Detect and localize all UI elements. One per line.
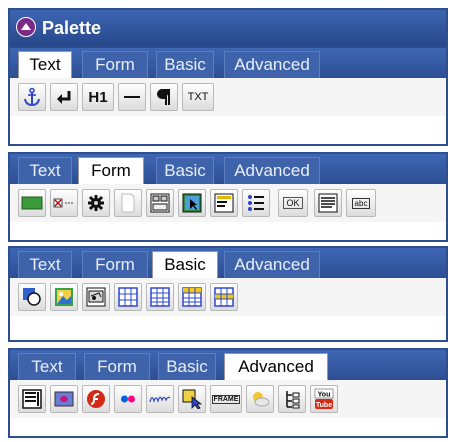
tab-text[interactable]: Text (18, 353, 76, 380)
youtube-icon[interactable]: You Tube (310, 385, 338, 413)
tab-basic[interactable]: Basic (158, 353, 216, 380)
gear-icon[interactable] (82, 189, 110, 217)
shape-icon[interactable] (18, 283, 46, 311)
tab-basic[interactable]: Basic (152, 251, 218, 280)
tree-icon[interactable] (278, 385, 306, 413)
paragraph-icon[interactable] (150, 83, 178, 111)
tab-text[interactable]: Text (18, 51, 72, 80)
tab-form[interactable]: Form (78, 157, 144, 186)
tab-basic[interactable]: Basic (156, 51, 214, 78)
collapse-icon[interactable] (16, 17, 36, 37)
scribble-icon[interactable] (146, 385, 174, 413)
palette-title: Palette (42, 18, 102, 38)
header-table-icon[interactable] (210, 283, 238, 311)
flash-icon[interactable] (82, 385, 110, 413)
tab-bar: Text Form Basic Advanced (10, 350, 446, 382)
blank-document-icon[interactable] (114, 189, 142, 217)
toolbar: H1 TXT (10, 78, 446, 116)
flickr-icon[interactable] (114, 385, 142, 413)
yellow-table-icon[interactable] (178, 283, 206, 311)
advanced-tab-panel: Text Form Basic Advanced FRAME You Tube (8, 348, 448, 438)
tab-advanced[interactable]: Advanced (224, 157, 320, 184)
cursor-select-icon[interactable] (178, 385, 206, 413)
toolbar: FRAME You Tube (10, 380, 446, 418)
slideshow-icon[interactable] (50, 385, 78, 413)
tab-form[interactable]: Form (82, 251, 148, 278)
iframe-icon[interactable]: FRAME (210, 385, 242, 413)
textarea-icon[interactable] (210, 189, 238, 217)
weather-icon[interactable] (246, 385, 274, 413)
tab-text[interactable]: Text (18, 251, 72, 278)
tab-advanced[interactable]: Advanced (224, 51, 320, 78)
table-icon[interactable] (114, 283, 142, 311)
line-break-icon[interactable] (50, 83, 78, 111)
submit-button-icon[interactable] (18, 189, 46, 217)
text-tab-panel: Text Form Basic Advanced H1 TXT (8, 46, 448, 146)
media-icon[interactable] (82, 283, 110, 311)
plain-text-icon[interactable]: TXT (182, 83, 214, 111)
checkbox-field-icon[interactable] (50, 189, 78, 217)
toolbar (10, 278, 446, 316)
tab-bar: Text Form Basic Advanced (10, 248, 446, 280)
form-tab-panel: Text Form Basic Advanced OK abc (8, 152, 448, 242)
text-block-icon[interactable] (314, 189, 342, 217)
svg-text:Tube: Tube (316, 402, 332, 409)
tab-bar: Text Form Basic Advanced (10, 154, 446, 186)
ok-button-icon[interactable]: OK (278, 189, 308, 217)
tab-text[interactable]: Text (18, 157, 72, 184)
widget-panel-icon[interactable] (18, 385, 46, 413)
tab-advanced[interactable]: Advanced (224, 251, 320, 278)
image-button-icon[interactable] (178, 189, 206, 217)
heading-h1-icon[interactable]: H1 (82, 83, 114, 111)
grid-table-icon[interactable] (146, 283, 174, 311)
toolbar: OK abc (10, 184, 446, 222)
svg-text:You: You (318, 392, 331, 399)
anchor-icon[interactable] (18, 83, 46, 111)
tab-advanced[interactable]: Advanced (224, 353, 328, 382)
tab-basic[interactable]: Basic (156, 157, 214, 184)
tab-bar: Text Form Basic Advanced (10, 48, 446, 80)
list-icon[interactable] (242, 189, 270, 217)
text-input-icon[interactable]: abc (346, 189, 376, 217)
palette-titlebar: Palette (8, 8, 448, 46)
tab-form[interactable]: Form (82, 51, 148, 78)
horizontal-rule-icon[interactable] (118, 83, 146, 111)
image-icon[interactable] (50, 283, 78, 311)
tab-form[interactable]: Form (84, 353, 150, 380)
form-layout-icon[interactable] (146, 189, 174, 217)
basic-tab-panel: Text Form Basic Advanced (8, 246, 448, 342)
